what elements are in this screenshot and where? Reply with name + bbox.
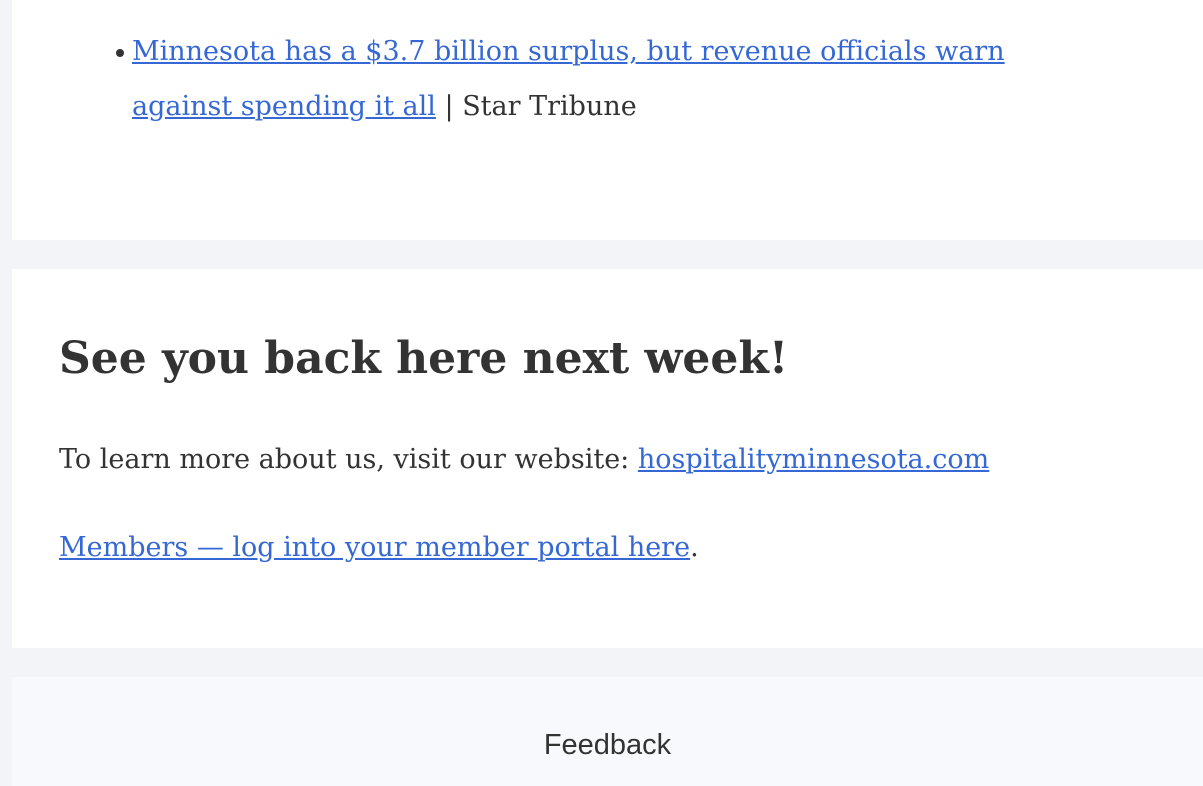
bullet-icon (116, 49, 124, 57)
member-portal-link[interactable]: Members — log into your member portal he… (59, 532, 690, 563)
signoff-card: See you back here next week! To learn mo… (12, 269, 1203, 648)
website-prefix: To learn more about us, visit our websit… (59, 444, 638, 475)
website-link[interactable]: hospitalityminnesota.com (638, 444, 989, 475)
portal-line: Members — log into your member portal he… (59, 528, 699, 568)
news-card: Minnesota has a $3.7 billion surplus, bu… (12, 0, 1203, 240)
footer-card: Feedback (12, 677, 1203, 786)
news-source: Star Tribune (462, 91, 637, 122)
portal-suffix: . (690, 532, 699, 563)
list-item: Minnesota has a $3.7 billion surplus, bu… (116, 24, 1112, 134)
signoff-heading: See you back here next week! (59, 333, 789, 384)
news-source-separator: | (435, 91, 463, 122)
news-list: Minnesota has a $3.7 billion surplus, bu… (116, 24, 1112, 134)
website-line: To learn more about us, visit our websit… (59, 440, 989, 480)
feedback-button[interactable]: Feedback (12, 725, 1203, 765)
